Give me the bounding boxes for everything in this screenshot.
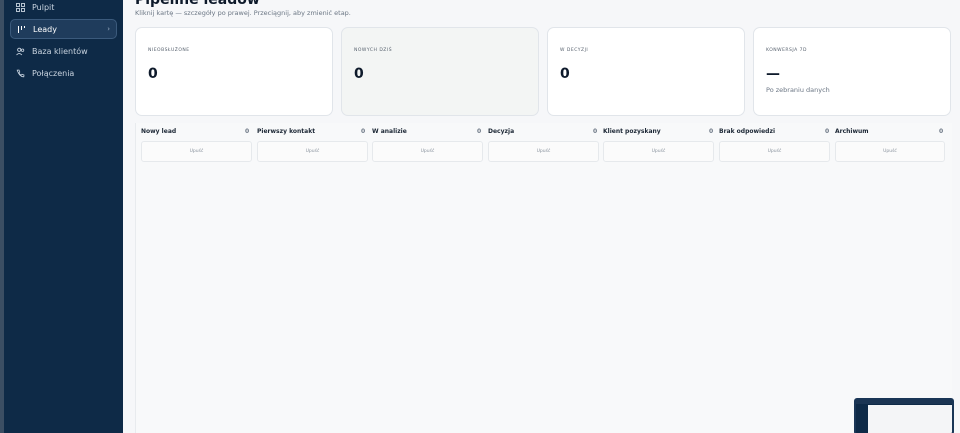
chevron-right-icon: › [107,25,110,33]
column-count: 0 [825,128,830,135]
stat-card-new-today: NOWYCH DZIŚ 0 [341,27,539,116]
users-icon [16,47,25,56]
sidebar-item-polaczenia[interactable]: Połączenia [10,63,117,83]
drop-zone[interactable]: Upuść [488,141,599,162]
sidebar-nav: Pulpit Leady › Baza klientów Połączenia [10,0,117,85]
kanban-board: Nowy lead 0 Upuść Pierwszy kontakt 0 Upu… [135,123,952,433]
column-header-archiwum: Archiwum [835,128,869,135]
sidebar-item-pulpit[interactable]: Pulpit [10,0,117,17]
sidebar: Pulpit Leady › Baza klientów Połączenia [0,0,123,433]
column-header-brak-odpowiedzi: Brak odpowiedzi [719,128,776,135]
main-content: Pipeline leadów Kliknij kartę — szczegół… [123,0,960,433]
stat-label: KONWERSJA 7D [766,48,807,53]
drop-zone[interactable]: Upuść [372,141,483,162]
column-count: 0 [477,128,482,135]
thumbnail-toolbar [856,400,952,404]
column-count: 0 [245,128,250,135]
stat-value: 0 [148,66,158,82]
column-header-decyzja: Decyzja [488,128,515,135]
drop-zone[interactable]: Upuść [719,141,830,162]
stat-label: W DECYZJI [560,48,589,53]
page-thumbnail-preview[interactable] [854,398,954,433]
drop-zone[interactable]: Upuść [141,141,252,162]
sidebar-item-label: Pulpit [32,2,55,12]
drop-zone[interactable]: Upuść [603,141,714,162]
drop-zone[interactable]: Upuść [835,141,945,162]
sidebar-item-label: Baza klientów [32,46,88,56]
stat-value: 0 [354,66,364,82]
column-header-klient-pozyskany: Klient pozyskany [603,128,661,135]
stat-card-unhandled: NIEOBSŁUŻONE 0 [135,27,333,116]
stat-label: NIEOBSŁUŻONE [148,48,190,53]
column-count: 0 [709,128,714,135]
sidebar-edge [0,0,4,433]
sidebar-item-leady[interactable]: Leady › [10,19,117,39]
stat-card-conversion: KONWERSJA 7D — Po zebraniu danych [753,27,951,116]
pipeline-icon [17,25,26,34]
phone-icon [16,69,25,78]
dashboard-icon [16,2,25,12]
stat-note: Po zebraniu danych [766,86,830,94]
stat-card-in-decision: W DECYZJI 0 [547,27,745,116]
column-header-pierwszy-kontakt: Pierwszy kontakt [257,128,316,135]
sidebar-item-label: Połączenia [32,68,75,78]
drop-zone[interactable]: Upuść [257,141,368,162]
sidebar-item-baza-klientow[interactable]: Baza klientów [10,41,117,61]
page-subtitle: Kliknij kartę — szczegóły po prawej. Prz… [135,9,351,17]
stat-value: 0 [560,66,570,82]
thumbnail-content [868,405,952,433]
column-count: 0 [361,128,366,135]
sidebar-item-label: Leady [33,24,57,34]
column-count: 0 [593,128,598,135]
column-header-nowy-lead: Nowy lead [141,128,177,135]
column-header-w-analizie: W analizie [372,128,407,135]
column-count: 0 [939,128,944,135]
page-title: Pipeline leadów [135,0,260,8]
stat-label: NOWYCH DZIŚ [354,48,393,53]
stat-value: — [766,66,780,82]
